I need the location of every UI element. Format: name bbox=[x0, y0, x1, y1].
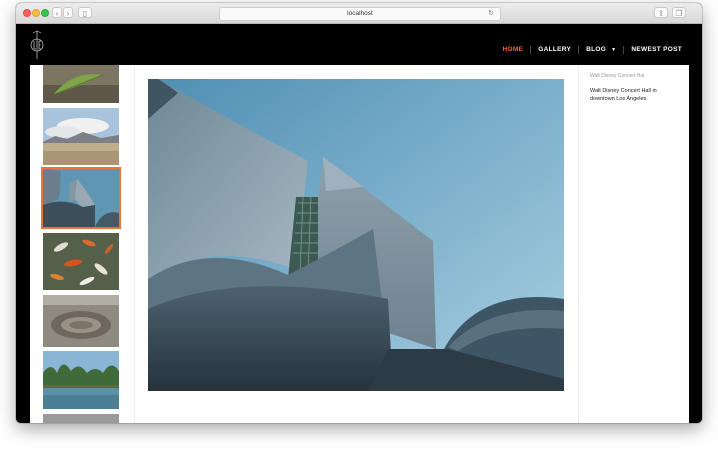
divider bbox=[134, 65, 135, 423]
gallery-content: Walt Disney Concert Hal Walt Disney Conc… bbox=[30, 65, 689, 423]
photo-title: Walt Disney Concert Hal bbox=[590, 73, 645, 79]
thumbnail-koi-pond[interactable] bbox=[43, 233, 119, 290]
share-icon[interactable]: ⇪ bbox=[654, 7, 668, 18]
back-button[interactable]: ‹ bbox=[52, 7, 62, 18]
thumbnail-next[interactable] bbox=[43, 414, 119, 423]
thumbnail-concert-hall[interactable] bbox=[41, 167, 121, 229]
browser-window: ‹ › ▯ localhost ↻ ⇪ ❐ HOME GALLERY BLOG ▼… bbox=[16, 3, 702, 423]
tabs-icon[interactable]: ❐ bbox=[672, 7, 686, 18]
nav-gallery[interactable]: GALLERY bbox=[531, 46, 578, 54]
thumbnail-desert[interactable] bbox=[43, 108, 119, 165]
photo-info-panel: Walt Disney Concert Hal Walt Disney Conc… bbox=[590, 73, 680, 103]
browser-toolbar: ‹ › ▯ localhost ↻ ⇪ ❐ bbox=[16, 3, 702, 24]
nav-newest-post[interactable]: NEWEST POST bbox=[624, 46, 689, 54]
monogram-logo-icon[interactable] bbox=[27, 30, 47, 60]
minimize-window-button[interactable] bbox=[32, 9, 40, 17]
divider bbox=[578, 65, 579, 423]
nav-blog[interactable]: BLOG ▼ bbox=[579, 46, 623, 54]
zoom-window-button[interactable] bbox=[41, 9, 49, 17]
main-nav: HOME GALLERY BLOG ▼ NEWEST POST bbox=[496, 46, 689, 54]
reload-icon[interactable]: ↻ bbox=[488, 8, 494, 19]
thumbnail-leaf[interactable] bbox=[43, 65, 119, 103]
nav-home[interactable]: HOME bbox=[496, 46, 531, 54]
web-page: HOME GALLERY BLOG ▼ NEWEST POST Walt Dis… bbox=[16, 24, 702, 423]
address-bar[interactable]: localhost ↻ bbox=[219, 7, 501, 21]
close-window-button[interactable] bbox=[23, 9, 31, 17]
photo-description: Walt Disney Concert Hall in downtown Los… bbox=[590, 88, 657, 102]
main-photo bbox=[148, 79, 564, 391]
thumbnail-lake[interactable] bbox=[43, 351, 119, 409]
thumbnail-colosseum[interactable] bbox=[43, 295, 119, 347]
chevron-down-icon: ▼ bbox=[611, 47, 617, 53]
url-text: localhost bbox=[347, 10, 373, 17]
sidebar-icon[interactable]: ▯ bbox=[78, 7, 92, 18]
forward-button[interactable]: › bbox=[63, 7, 73, 18]
nav-blog-label: BLOG bbox=[586, 46, 607, 53]
thumbnail-strip bbox=[30, 65, 134, 423]
